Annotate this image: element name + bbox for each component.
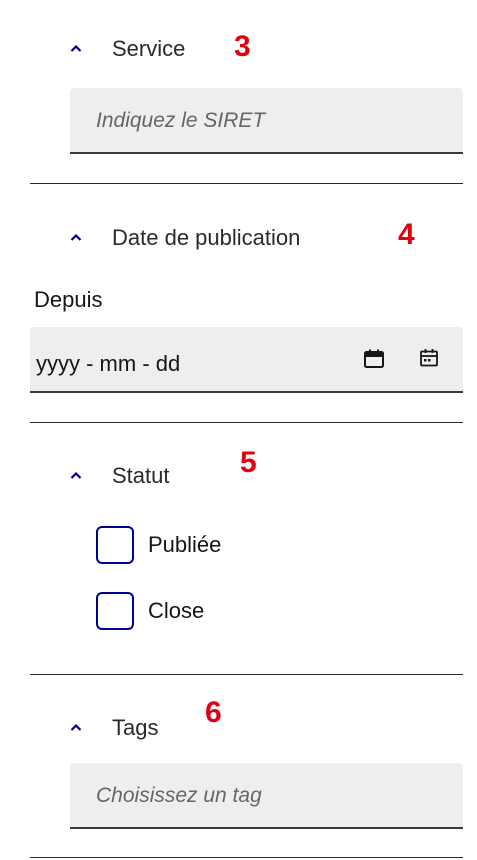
tags-title: Tags xyxy=(112,715,159,740)
section-divider xyxy=(30,857,463,858)
annotation-marker-5: 5 xyxy=(240,446,257,479)
section-divider xyxy=(30,183,463,184)
section-divider xyxy=(30,674,463,675)
chevron-up-icon xyxy=(70,232,82,244)
annotation-marker-6: 6 xyxy=(205,696,222,729)
annotation-marker-3: 3 xyxy=(234,30,251,63)
tags-section-toggle[interactable]: Tags xyxy=(70,717,158,739)
date-since-input[interactable]: yyyy - mm - dd xyxy=(30,327,463,393)
calendar-picker-icon[interactable] xyxy=(419,348,439,368)
calendar-icon[interactable] xyxy=(363,348,384,368)
chevron-up-icon xyxy=(70,470,82,482)
siret-input[interactable]: Indiquez le SIRET xyxy=(70,88,463,154)
checkbox[interactable] xyxy=(96,592,134,630)
section-divider xyxy=(30,422,463,423)
service-section-toggle[interactable]: Service xyxy=(70,38,185,60)
checkbox-label: Close xyxy=(148,598,205,623)
statut-option-close[interactable]: Close xyxy=(96,592,204,630)
since-label: Depuis xyxy=(34,287,103,312)
tag-select-input[interactable]: Choisissez un tag xyxy=(70,763,463,829)
statut-option-publiee[interactable]: Publiée xyxy=(96,526,221,564)
date-value: yyyy - mm - dd xyxy=(36,351,181,376)
statut-title: Statut xyxy=(112,463,170,488)
chevron-up-icon xyxy=(70,43,82,55)
siret-placeholder: Indiquez le SIRET xyxy=(96,109,266,132)
date-title: Date de publication xyxy=(112,225,301,250)
checkbox[interactable] xyxy=(96,526,134,564)
checkbox-label: Publiée xyxy=(148,532,222,557)
date-section-toggle[interactable]: Date de publication xyxy=(70,227,300,249)
service-title: Service xyxy=(112,36,186,61)
statut-section-toggle[interactable]: Statut xyxy=(70,465,169,487)
tag-placeholder: Choisissez un tag xyxy=(96,784,262,807)
chevron-up-icon xyxy=(70,722,82,734)
annotation-marker-4: 4 xyxy=(398,218,415,251)
